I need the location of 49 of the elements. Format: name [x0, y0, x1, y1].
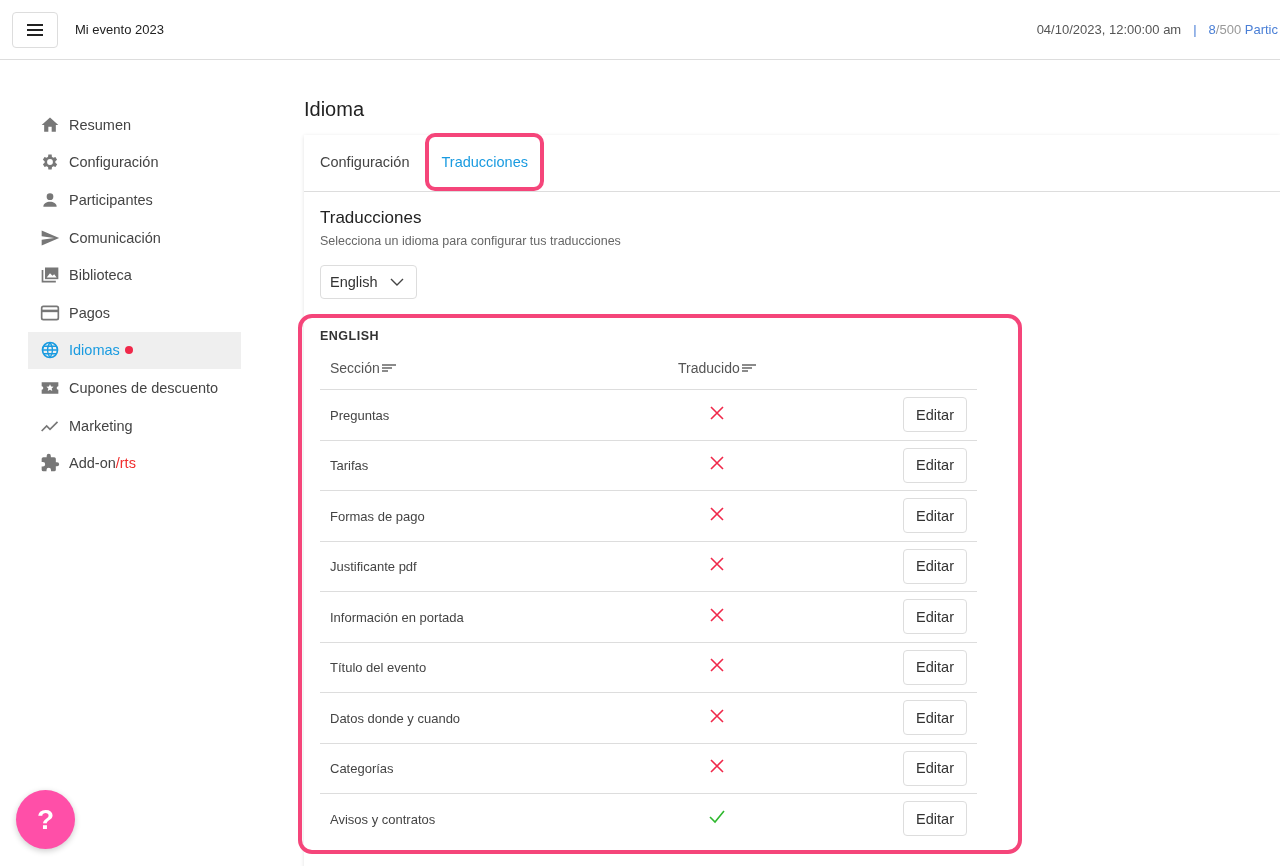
edit-button[interactable]: Editar: [903, 750, 967, 786]
puzzle-icon: [40, 453, 60, 474]
section-name: Avisos y contratos: [330, 811, 436, 827]
edit-button[interactable]: Editar: [903, 397, 967, 433]
section-name: Preguntas: [330, 407, 390, 423]
section-name: Título del evento: [330, 660, 427, 676]
event-name: Mi evento 2023: [75, 22, 164, 37]
sidebar-item[interactable]: Add-on/rts: [28, 444, 241, 482]
edit-button[interactable]: Editar: [903, 498, 967, 534]
sidebar-item[interactable]: Configuración: [28, 143, 241, 182]
sidebar-item[interactable]: Marketing: [28, 406, 241, 445]
sidebar-item[interactable]: Pagos: [28, 293, 241, 332]
chevron-down-icon: [389, 278, 404, 286]
section-name: Información en portada: [330, 609, 464, 625]
section-title: Traducciones: [320, 208, 423, 228]
sidebar-item[interactable]: Comunicación: [28, 218, 241, 257]
sort-icon: [381, 363, 396, 373]
section-name: Categorías: [330, 761, 394, 777]
language-select[interactable]: English: [320, 265, 417, 299]
column-header[interactable]: Traducido: [678, 360, 756, 376]
sort-icon: [741, 363, 756, 373]
section-name: Tarifas: [330, 458, 369, 474]
section-name: Formas de pago: [330, 508, 425, 524]
edit-button[interactable]: Editar: [903, 599, 967, 635]
person-icon: [40, 190, 60, 210]
participants-count[interactable]: 8/500 Partic: [1208, 22, 1278, 37]
sidebar-item[interactable]: Participantes: [28, 181, 241, 219]
language-heading: ENGLISH: [320, 329, 381, 343]
section-subtitle: Selecciona un idioma para configurar tus traducciones: [320, 234, 622, 248]
sidebar-item[interactable]: Resumen: [28, 106, 241, 144]
section-name: Justificante pdf: [330, 559, 417, 575]
settings-icon: [40, 152, 60, 173]
sidebar-item[interactable]: Cupones de descuento: [28, 369, 241, 407]
edit-button[interactable]: Editar: [903, 801, 967, 837]
sidebar-item[interactable]: Biblioteca: [28, 256, 241, 294]
separator: |: [1193, 22, 1197, 37]
edit-button[interactable]: Editar: [903, 447, 967, 483]
column-header[interactable]: Sección: [330, 360, 396, 376]
edit-button[interactable]: Editar: [903, 700, 967, 736]
edit-button[interactable]: Editar: [903, 649, 967, 685]
image-folder-icon: [40, 265, 60, 286]
globe-icon: [40, 340, 60, 361]
tab[interactable]: Configuración: [320, 135, 410, 191]
section-name: Datos donde y cuando: [330, 710, 461, 726]
edit-button[interactable]: Editar: [903, 548, 967, 584]
menu-button[interactable]: [12, 11, 58, 48]
page-title: Idioma: [304, 98, 366, 121]
event-datetime: 04/10/2023, 12:00:00 am: [1036, 22, 1182, 37]
menu-icon: [26, 22, 44, 37]
